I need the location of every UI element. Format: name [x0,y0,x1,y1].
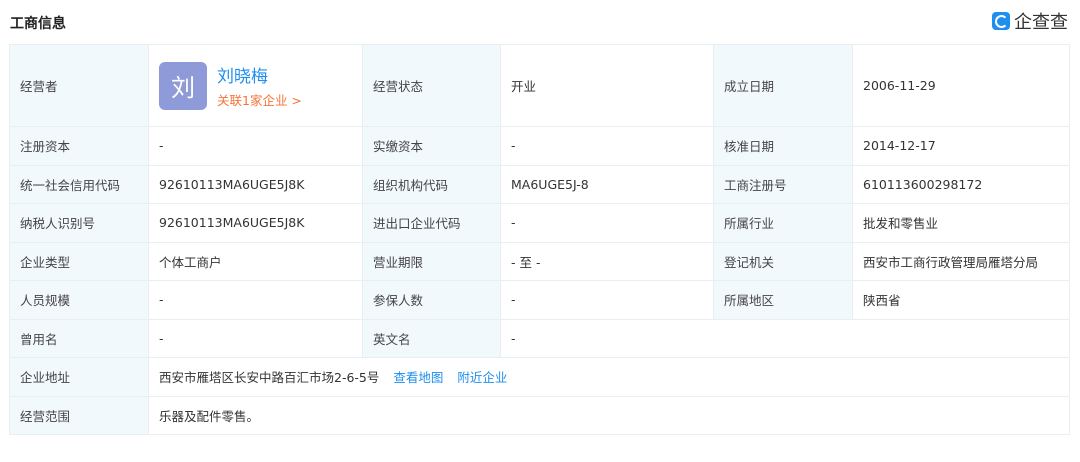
qichacha-logo-icon [992,12,1010,30]
field-label: 经营者 [9,44,149,127]
field-label: 核准日期 [713,126,853,166]
field-label: 企业类型 [9,241,149,281]
field-label: 营业期限 [362,241,501,281]
field-label: 英文名 [362,318,501,358]
field-label: 经营状态 [362,44,501,127]
field-label: 登记机关 [713,241,853,281]
table-row: 企业类型 个体工商户 营业期限 - 至 - 登记机关 西安市工商行政管理局雁塔分局 [9,241,1070,281]
field-value: - 至 - [500,241,714,281]
operator-cell: 刘 刘晓梅 关联1家企业 > [148,44,363,127]
address-value: 西安市雁塔区长安中路百汇市场2-6-5号 [159,370,380,386]
field-value: 个体工商户 [148,241,363,281]
field-label: 所属地区 [713,280,853,320]
table-row: 纳税人识别号 92610113MA6UGE5J8K 进出口企业代码 - 所属行业 批发和零… [9,203,1070,243]
field-value: 西安市工商行政管理局雁塔分局 [852,241,1070,281]
field-label: 进出口企业代码 [362,203,501,243]
related-companies-link[interactable]: 关联1家企业 > [217,90,302,109]
field-label: 参保人数 [362,280,501,320]
table-row: 经营范围 乐器及配件零售。 [9,395,1070,435]
field-label: 纳税人识别号 [9,203,149,243]
field-value: 陕西省 [852,280,1070,320]
table-row: 企业地址 西安市雁塔区长安中路百汇市场2-6-5号 查看地图 附近企业 [9,357,1070,397]
nearby-companies-link[interactable]: 附近企业 [457,370,507,385]
operator-name-link[interactable]: 刘晓梅 [217,62,302,87]
business-scope-value: 乐器及配件零售。 [148,395,1070,435]
field-label: 实缴资本 [362,126,501,166]
field-value: - [148,318,363,358]
field-label: 企业地址 [9,357,149,397]
field-label: 人员规模 [9,280,149,320]
address-cell: 西安市雁塔区长安中路百汇市场2-6-5号 查看地图 附近企业 [148,357,1070,397]
section-title: 工商信息 [10,16,66,32]
field-value: - [148,280,363,320]
field-value: 92610113MA6UGE5J8K [148,164,363,204]
field-value: - [500,318,1070,358]
field-value: 2014-12-17 [852,126,1070,166]
table-row: 经营者 刘 刘晓梅 关联1家企业 > 经营状态 开业 成立日期 2006-11-… [9,44,1070,127]
field-label: 曾用名 [9,318,149,358]
field-value: - [148,126,363,166]
table-row: 曾用名 - 英文名 - [9,318,1070,358]
field-label: 注册资本 [9,126,149,166]
field-label: 所属行业 [713,203,853,243]
field-label: 成立日期 [713,44,853,127]
field-value: 610113600298172 [852,164,1070,204]
field-value: - [500,126,714,166]
table-row: 统一社会信用代码 92610113MA6UGE5J8K 组织机构代码 MA6UGE5J… [9,164,1070,204]
logo-text: 企查查 [1014,12,1068,33]
table-row: 人员规模 - 参保人数 - 所属地区 陕西省 [9,280,1070,320]
view-map-link[interactable]: 查看地图 [393,370,443,385]
field-label: 组织机构代码 [362,164,501,204]
field-label: 经营范围 [9,395,149,435]
field-value: 批发和零售业 [852,203,1070,243]
field-value: 2006-11-29 [852,44,1070,127]
field-value: MA6UGE5J-8 [500,164,714,204]
field-value: 开业 [500,44,714,127]
field-label: 工商注册号 [713,164,853,204]
field-value: - [500,203,714,243]
field-label: 统一社会信用代码 [9,164,149,204]
field-value: 92610113MA6UGE5J8K [148,203,363,243]
table-row: 注册资本 - 实缴资本 - 核准日期 2014-12-17 [9,126,1070,166]
field-value: - [500,280,714,320]
business-info-table: 经营者 刘 刘晓梅 关联1家企业 > 经营状态 开业 成立日期 2006-11-… [9,44,1070,435]
qichacha-logo[interactable]: 企查查 [992,8,1068,34]
avatar[interactable]: 刘 [159,61,207,110]
